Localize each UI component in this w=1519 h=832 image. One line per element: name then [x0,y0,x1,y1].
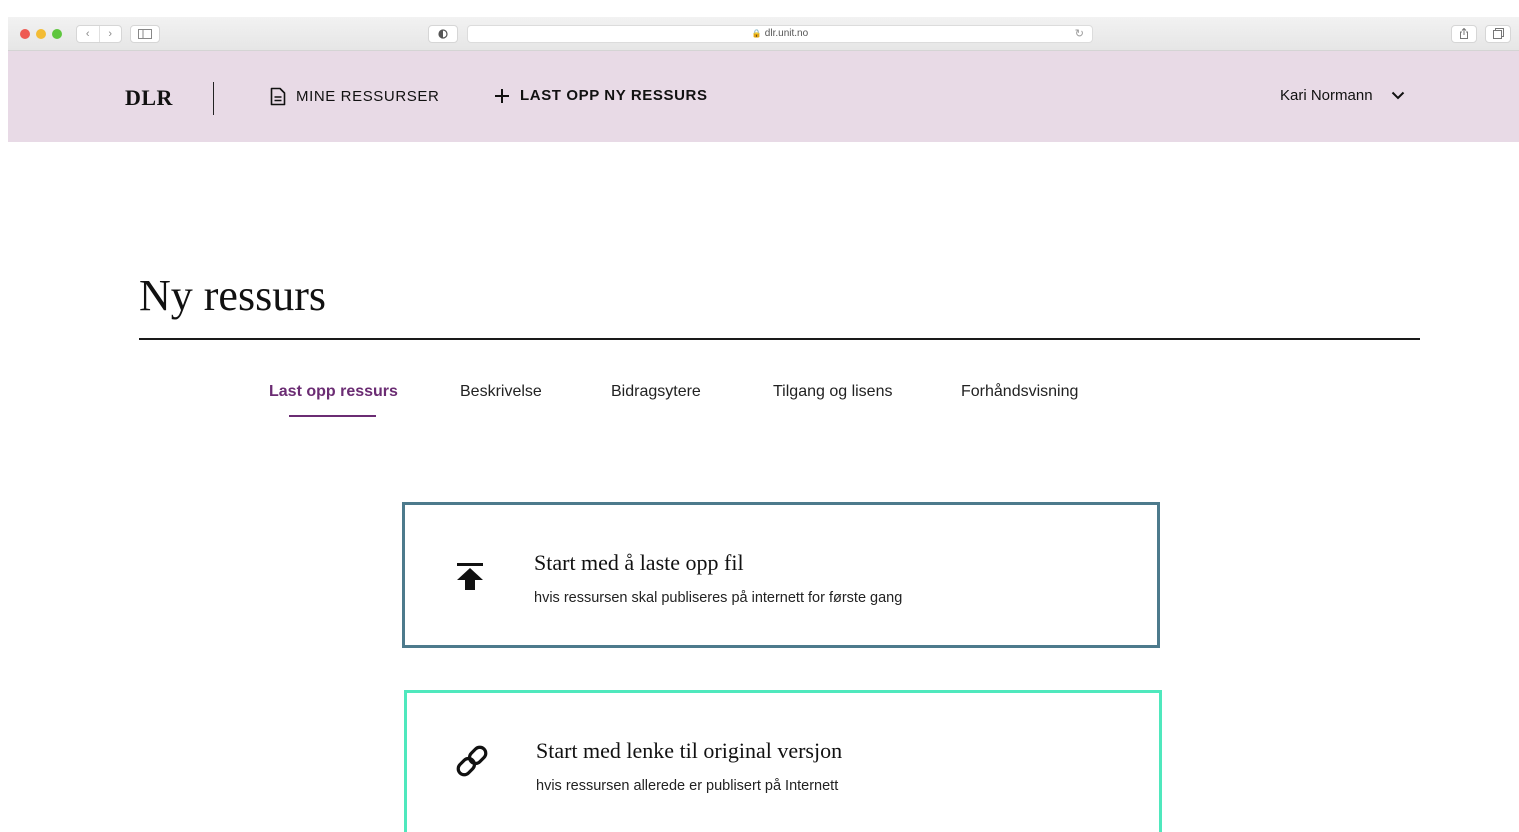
step-preview[interactable]: Forhåndsvisning [961,383,1078,401]
share-icon[interactable] [1451,25,1477,43]
link-option-subtitle: hvis ressursen allerede er publisert på … [536,778,839,794]
minimize-window-button[interactable] [36,29,46,39]
step-upload-resource[interactable]: Last opp ressurs [269,383,398,401]
chevron-down-icon [1391,91,1404,100]
header-divider [213,82,214,115]
address-url: dlr.unit.no [764,28,809,39]
dlr-logo[interactable]: DLR [125,85,173,111]
user-menu[interactable]: Kari Normann [1280,87,1405,104]
user-name: Kari Normann [1280,87,1373,104]
forward-button[interactable]: › [98,26,122,42]
upload-option-title: Start med å laste opp fil [534,550,744,575]
privacy-shield-icon[interactable] [428,25,458,43]
upload-icon [457,563,483,590]
upload-new-label: LAST OPP NY RESSURS [520,87,708,104]
tabs-overview-icon[interactable] [1485,25,1511,43]
step-description[interactable]: Beskrivelse [460,383,542,401]
my-resources-label: MINE RESSURSER [296,88,440,105]
upload-option-subtitle: hvis ressursen skal publiseres på intern… [534,590,903,606]
link-icon [456,745,488,777]
app-header: DLR MINE RESSURSER LAST OPP NY RESSURS K… [8,51,1519,142]
browser-toolbar: ‹ › 🔒 dlr.unit.no ↻ [8,17,1519,51]
link-option-title: Start med lenke til original versjon [536,738,843,763]
upload-new-resource-link[interactable]: LAST OPP NY RESSURS [494,87,708,104]
close-window-button[interactable] [20,29,30,39]
active-step-indicator [289,415,376,417]
step-access-license[interactable]: Tilgang og lisens [773,383,892,401]
sidebar-toggle-icon[interactable] [130,25,160,43]
maximize-window-button[interactable] [52,29,62,39]
my-resources-link[interactable]: MINE RESSURSER [270,87,439,106]
page-title: Ny ressurs [139,271,326,320]
title-divider [139,338,1420,340]
reload-icon[interactable]: ↻ [1075,26,1084,42]
lock-icon: 🔒 [751,29,762,38]
history-nav: ‹ › [76,25,122,43]
plus-icon [495,88,509,103]
step-navigation: Last opp ressurs Beskrivelse Bidragsyter… [0,383,1519,423]
back-button[interactable]: ‹ [77,26,99,42]
document-icon [270,87,286,106]
address-bar[interactable]: 🔒 dlr.unit.no ↻ [467,25,1093,43]
link-original-option[interactable]: Start med lenke til original versjon hvi… [404,690,1162,832]
upload-file-option[interactable]: Start med å laste opp fil hvis ressursen… [402,502,1160,648]
step-contributors[interactable]: Bidragsytere [611,383,701,401]
